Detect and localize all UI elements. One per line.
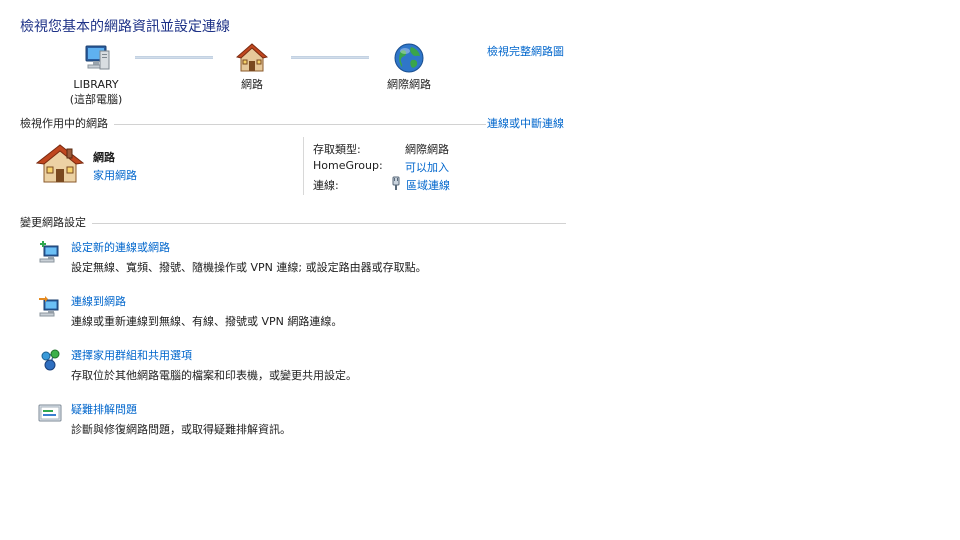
active-networks-heading: 檢視作用中的網路 — [20, 115, 114, 131]
computer-name: LIBRARY — [73, 78, 119, 91]
task-troubleshoot-link[interactable]: 疑難排解問題 — [71, 401, 137, 417]
task-connect-network-desc: 連線或重新連線到無線、有線、撥號或 VPN 網路連線。 — [71, 315, 343, 328]
computer-sub-label: (這部電腦) — [69, 93, 123, 106]
page-title: 檢視您基本的網路資訊並設定連線 — [20, 19, 230, 35]
vertical-divider — [303, 137, 304, 195]
task-homegroup-desc: 存取位於其他網路電腦的檔案和印表機，或變更共用設定。 — [71, 369, 357, 382]
connect-disconnect-link[interactable]: 連線或中斷連線 — [487, 115, 564, 131]
internet-node-label: 網際網路 — [387, 78, 431, 91]
homegroup-join-link[interactable]: 可以加入 — [405, 159, 449, 175]
task-homegroup-link[interactable]: 選擇家用群組和共用選項 — [71, 347, 192, 363]
new-connection-icon — [38, 240, 62, 264]
homegroup-icon — [38, 348, 62, 372]
local-connection-link[interactable]: 區域連線 — [406, 177, 450, 193]
section-divider-settings — [20, 223, 566, 224]
task-setup-connection-desc: 設定無線、寬頻、撥號、隨機操作或 VPN 連線; 或設定路由器或存取點。 — [71, 261, 427, 274]
computer-icon[interactable] — [80, 42, 112, 74]
connector-line-2 — [291, 56, 369, 59]
globe-icon[interactable] — [393, 42, 425, 74]
view-full-map-link[interactable]: 檢視完整網路圖 — [487, 43, 564, 59]
connector-line-1 — [135, 56, 213, 59]
connect-network-icon — [38, 294, 62, 318]
access-type-value: 網際網路 — [405, 143, 449, 156]
homegroup-label: HomeGroup: — [313, 159, 383, 172]
active-network-name: 網路 — [93, 151, 115, 164]
network-node-label: 網路 — [241, 78, 263, 91]
troubleshoot-icon — [38, 402, 62, 426]
access-type-label: 存取類型: — [313, 143, 361, 156]
connections-label: 連線: — [313, 179, 339, 192]
ethernet-plug-icon — [391, 176, 401, 190]
task-troubleshoot-desc: 診斷與修復網路問題，或取得疑難排解資訊。 — [71, 423, 291, 436]
task-connect-network-link[interactable]: 連線到網路 — [71, 293, 126, 309]
home-network-icon — [36, 142, 84, 186]
network-type-link[interactable]: 家用網路 — [93, 167, 137, 183]
change-settings-heading: 變更網路設定 — [20, 214, 92, 230]
house-icon[interactable] — [236, 42, 268, 74]
task-setup-connection-link[interactable]: 設定新的連線或網路 — [71, 239, 170, 255]
